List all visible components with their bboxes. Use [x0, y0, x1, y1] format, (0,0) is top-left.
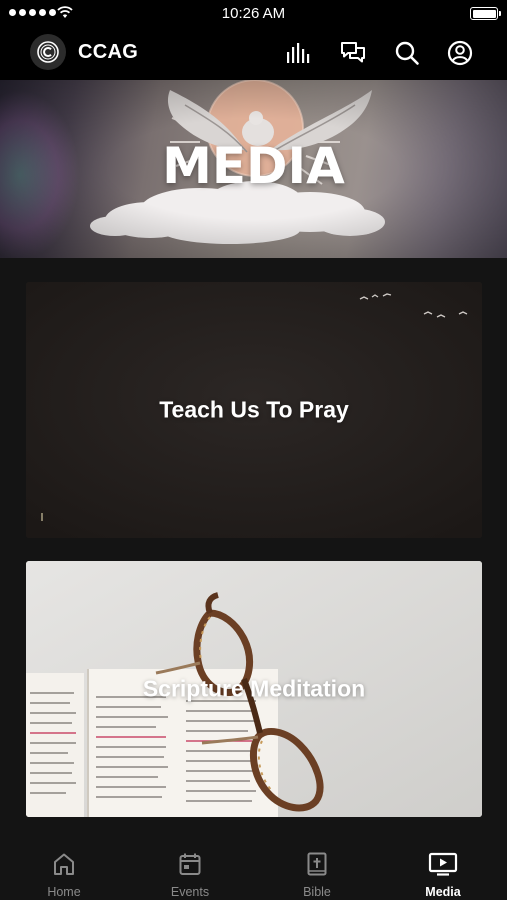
bible-icon	[304, 850, 330, 878]
account-icon[interactable]	[445, 38, 475, 68]
card-title: Teach Us To Pray	[159, 396, 349, 423]
tab-home[interactable]: Home	[14, 836, 114, 900]
card-title: Scripture Meditation	[142, 675, 366, 702]
media-card-teach-us-to-pray[interactable]: Teach Us To Pray	[26, 282, 482, 538]
app-header: CCAG	[0, 26, 507, 80]
tab-events[interactable]: Events	[140, 836, 240, 900]
status-bar: 10:26 AM	[0, 0, 507, 26]
audio-bars-icon[interactable]	[284, 38, 314, 68]
status-time: 10:26 AM	[221, 5, 286, 22]
tab-label: Bible	[303, 885, 331, 899]
media-card-scripture-meditation[interactable]: Scripture Meditation	[26, 561, 482, 817]
search-icon[interactable]	[392, 38, 422, 68]
battery-icon	[470, 7, 501, 20]
calendar-icon	[177, 850, 203, 878]
chat-icon[interactable]	[338, 38, 368, 68]
tab-label: Home	[47, 885, 81, 899]
logo-icon[interactable]	[30, 34, 66, 70]
tab-label: Media	[425, 885, 461, 899]
home-icon	[51, 850, 77, 878]
tab-bible[interactable]: Bible	[267, 836, 367, 900]
tab-label: Events	[170, 885, 210, 899]
hero-title: MEDIA	[162, 137, 345, 195]
media-hero-banner: MEDIA	[0, 80, 507, 258]
tab-media[interactable]: Media	[393, 836, 493, 900]
bottom-tab-bar: Home Events Bible Media	[0, 836, 507, 900]
media-tv-icon	[428, 850, 458, 878]
app-title: CCAG	[78, 41, 139, 63]
